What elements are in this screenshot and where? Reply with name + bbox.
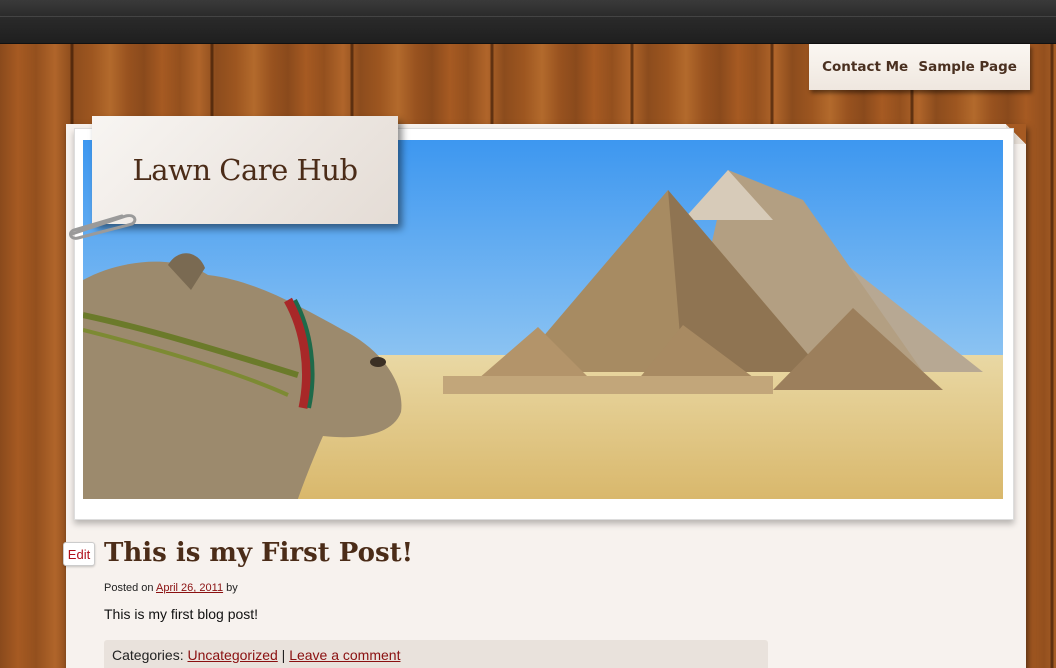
post-body: This is my first blog post! — [104, 606, 259, 622]
edit-post-button[interactable]: Edit — [63, 542, 95, 566]
post-date-link[interactable]: April 26, 2011 — [156, 582, 223, 594]
post-meta: Posted on April 26, 2011 by — [104, 582, 238, 594]
admin-bar — [0, 0, 1056, 44]
post-footer: Categories: Uncategorized | Leave a comm… — [104, 640, 768, 668]
posted-by-label: by — [226, 582, 238, 594]
nav-sample-page[interactable]: Sample Page — [918, 59, 1017, 75]
site-title[interactable]: Lawn Care Hub — [132, 153, 358, 187]
category-link[interactable]: Uncategorized — [187, 647, 277, 663]
main-nav: Contact Me Sample Page — [809, 44, 1030, 90]
nav-contact-me[interactable]: Contact Me — [822, 59, 908, 75]
leave-comment-link[interactable]: Leave a comment — [289, 647, 400, 663]
footer-separator: | — [281, 647, 286, 663]
post-title[interactable]: This is my First Post! — [104, 538, 413, 568]
posted-on-label: Posted on — [104, 582, 154, 594]
categories-label: Categories: — [112, 647, 184, 663]
paperclip-icon — [69, 214, 137, 240]
